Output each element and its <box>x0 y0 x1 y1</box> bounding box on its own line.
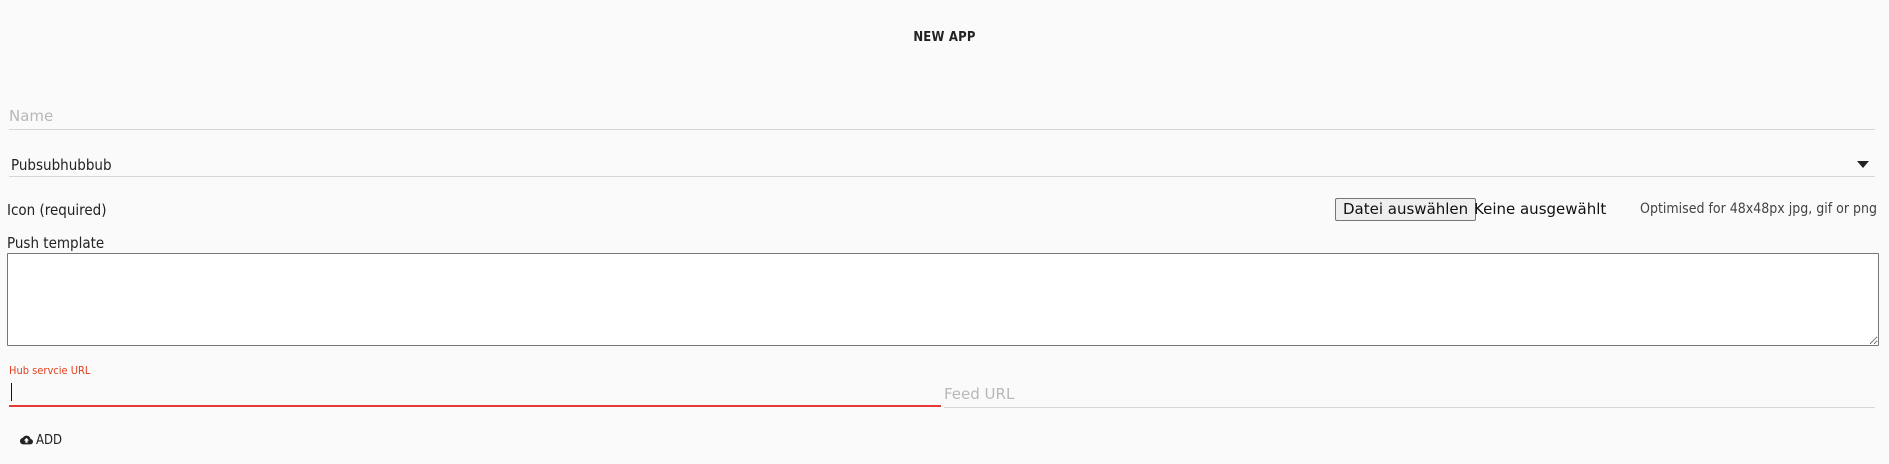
new-app-page: NEW APP Pubsubhubbub Icon (required) Dat… <box>0 0 1889 464</box>
name-input[interactable] <box>9 105 1875 127</box>
caret-down-icon <box>1857 161 1869 168</box>
page-title: NEW APP <box>913 30 976 45</box>
push-template-label: Push template <box>7 234 105 252</box>
cloud-upload-icon <box>20 435 33 445</box>
type-select-value: Pubsubhubbub <box>11 156 112 174</box>
hub-url-label: Hub servcie URL <box>9 364 91 377</box>
choose-file-button[interactable]: Datei auswählen <box>1335 198 1477 221</box>
feed-url-input[interactable] <box>944 383 1875 405</box>
push-template-textarea[interactable] <box>7 253 1879 346</box>
hub-url-input[interactable] <box>9 381 941 403</box>
text-cursor <box>11 383 12 401</box>
hub-url-field <box>9 381 941 407</box>
add-button[interactable]: ADD <box>14 429 68 451</box>
name-field <box>9 105 1875 130</box>
feed-url-field <box>944 383 1875 408</box>
file-status-text: Keine ausgewählt <box>1474 200 1607 218</box>
icon-upload-label: Icon (required) <box>7 201 107 219</box>
type-select[interactable]: Pubsubhubbub <box>9 154 1875 177</box>
add-button-label: ADD <box>36 432 63 448</box>
icon-size-hint: Optimised for 48x48px jpg, gif or png <box>1640 201 1877 217</box>
